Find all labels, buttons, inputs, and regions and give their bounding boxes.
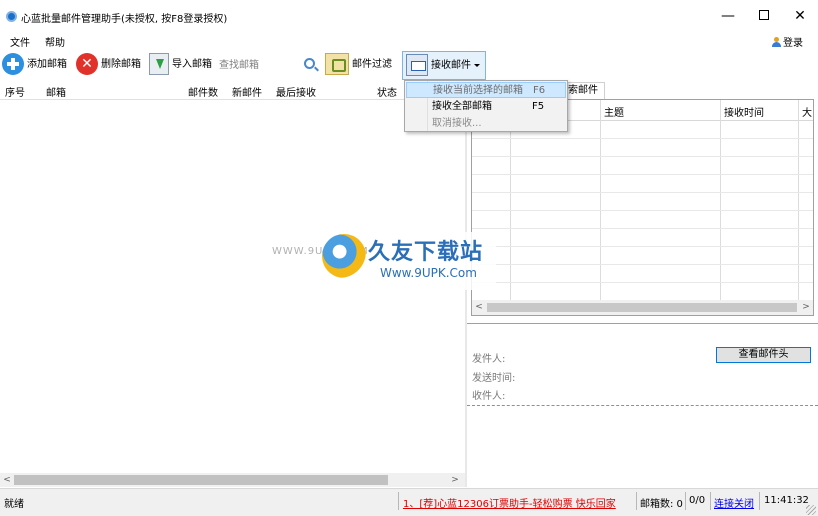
status-ready: 就绪 <box>4 499 24 510</box>
scroll-left-icon[interactable]: < <box>472 300 486 314</box>
delete-icon: ✕ <box>76 53 98 75</box>
receive-mail-label: 接收邮件 <box>431 60 471 71</box>
menu-item-cancel-receive: 取消接收... <box>406 116 566 132</box>
to-label: 收件人: <box>472 391 506 402</box>
receive-mail-button[interactable]: 接收邮件 <box>402 51 486 80</box>
grid-row-line <box>472 174 813 175</box>
status-separator <box>759 492 760 510</box>
menu-item-shortcut: F5 <box>532 101 545 112</box>
status-bar: 就绪 1、[荐]心蓝12306订票助手-轻松购票 快乐回家 邮箱数: 0 0/0… <box>0 488 818 516</box>
progress-ratio: 0/0 <box>689 495 706 506</box>
column-header-new-mail[interactable]: 新邮件 <box>232 84 262 99</box>
mailbox-horizontal-scrollbar[interactable]: < > <box>0 473 465 487</box>
grid-row-line <box>472 264 813 265</box>
login-label: 登录 <box>783 38 803 49</box>
login-button[interactable]: 登录 <box>772 34 803 49</box>
grid-column-line <box>798 100 799 300</box>
column-header-size[interactable]: 大 <box>802 104 812 119</box>
column-header-mail-count[interactable]: 邮件数 <box>188 84 218 99</box>
status-separator <box>636 492 637 510</box>
menu-item-shortcut: F6 <box>533 85 546 96</box>
scroll-right-icon[interactable]: > <box>448 473 462 487</box>
window-title: 心蓝批量邮件管理助手(未授权, 按F8登录授权) <box>21 14 228 25</box>
column-header-received-time[interactable]: 接收时间 <box>724 104 764 119</box>
column-header-subject[interactable]: 主题 <box>604 104 624 119</box>
mail-horizontal-scrollbar[interactable]: < > <box>472 300 813 315</box>
grid-column-line <box>600 100 601 300</box>
status-clock: 11:41:32 <box>764 495 809 506</box>
menu-help[interactable]: 帮助 <box>45 34 65 49</box>
mailbox-grid-header: 序号 邮箱 邮件数 新邮件 最后接收 状态 <box>0 81 465 100</box>
grid-row-line <box>472 228 813 229</box>
add-mailbox-button[interactable]: 添加邮箱 <box>2 52 67 78</box>
grid-row-line <box>472 210 813 211</box>
grid-row-line <box>472 192 813 193</box>
column-header-status[interactable]: 状态 <box>377 84 397 99</box>
from-label: 发件人: <box>472 354 506 365</box>
user-icon <box>772 37 781 47</box>
status-separator <box>710 492 711 510</box>
preview-divider <box>467 323 818 324</box>
search-input[interactable] <box>219 57 301 73</box>
menu-item-label: 取消接收... <box>432 118 482 129</box>
tab-search-mail[interactable]: 索邮件 <box>565 82 605 99</box>
grid-row-line <box>472 138 813 139</box>
view-mail-header-button[interactable]: 查看邮件头 <box>716 347 811 363</box>
watermark-url: Www.9UPK.Com <box>380 266 477 280</box>
ad-link[interactable]: 1、[荐]心蓝12306订票助手-轻松购票 快乐回家 <box>403 495 616 510</box>
connection-status-link[interactable]: 连接关闭 <box>714 495 754 510</box>
receive-mail-icon <box>406 54 428 76</box>
grid-row-line <box>472 282 813 283</box>
watermark-logo-icon <box>322 234 366 278</box>
delete-mailbox-button[interactable]: ✕ 删除邮箱 <box>76 52 141 78</box>
column-header-last-received[interactable]: 最后接收 <box>276 84 316 99</box>
add-mailbox-label: 添加邮箱 <box>27 59 67 70</box>
app-icon <box>6 11 17 22</box>
status-separator <box>398 492 399 510</box>
status-separator <box>685 492 686 510</box>
scroll-right-icon[interactable]: > <box>799 300 813 314</box>
scrollbar-thumb[interactable] <box>487 303 797 312</box>
close-button[interactable]: ✕ <box>782 0 818 32</box>
mail-filter-label: 邮件过滤 <box>352 59 392 70</box>
scrollbar-thumb[interactable] <box>14 475 388 485</box>
chevron-down-icon <box>474 63 480 67</box>
mail-panel: 索邮件 主题 接收时间 大 < > 查看邮件头 发件人: 发送时间: 收件人: <box>467 81 818 487</box>
add-icon <box>2 53 24 75</box>
grid-row-line <box>472 156 813 157</box>
menu-bar: 文件 帮助 登录 <box>0 32 818 49</box>
menu-item-label: 接收全部邮箱 <box>432 101 492 112</box>
import-mailbox-label: 导入邮箱 <box>172 59 212 70</box>
title-bar: 心蓝批量邮件管理助手(未授权, 按F8登录授权) — ✕ <box>0 0 818 32</box>
watermark: WWW.9UPK.COM 久友下载站 Www.9UPK.Com <box>272 232 496 290</box>
menu-item-label: 接收当前选择的邮箱 <box>433 85 523 96</box>
import-mailbox-button[interactable]: 导入邮箱 <box>149 52 212 78</box>
column-header-index[interactable]: 序号 <box>5 84 25 99</box>
filter-icon <box>325 53 349 75</box>
search-icon[interactable] <box>304 58 315 69</box>
maximize-icon <box>759 10 769 20</box>
delete-mailbox-label: 删除邮箱 <box>101 59 141 70</box>
mailbox-count: 邮箱数: 0 <box>640 499 683 510</box>
grid-row-line <box>472 246 813 247</box>
menu-item-receive-all[interactable]: 接收全部邮箱 F5 <box>406 99 566 115</box>
watermark-title: 久友下载站 <box>368 240 484 265</box>
column-header-mailbox[interactable]: 邮箱 <box>46 84 66 99</box>
scroll-left-icon[interactable]: < <box>0 473 14 487</box>
receive-mail-menu: 接收当前选择的邮箱 F6 接收全部邮箱 F5 取消接收... <box>404 80 568 132</box>
menu-file[interactable]: 文件 <box>10 34 30 49</box>
import-icon <box>149 53 169 75</box>
header-separator <box>467 405 818 406</box>
menu-item-receive-selected[interactable]: 接收当前选择的邮箱 F6 <box>406 82 566 98</box>
grid-column-line <box>720 100 721 300</box>
mail-filter-button[interactable]: 邮件过滤 <box>325 52 392 78</box>
resize-grip[interactable] <box>806 505 816 515</box>
minimize-button[interactable]: — <box>710 0 746 32</box>
sent-time-label: 发送时间: <box>472 373 516 384</box>
maximize-button[interactable] <box>746 0 782 32</box>
